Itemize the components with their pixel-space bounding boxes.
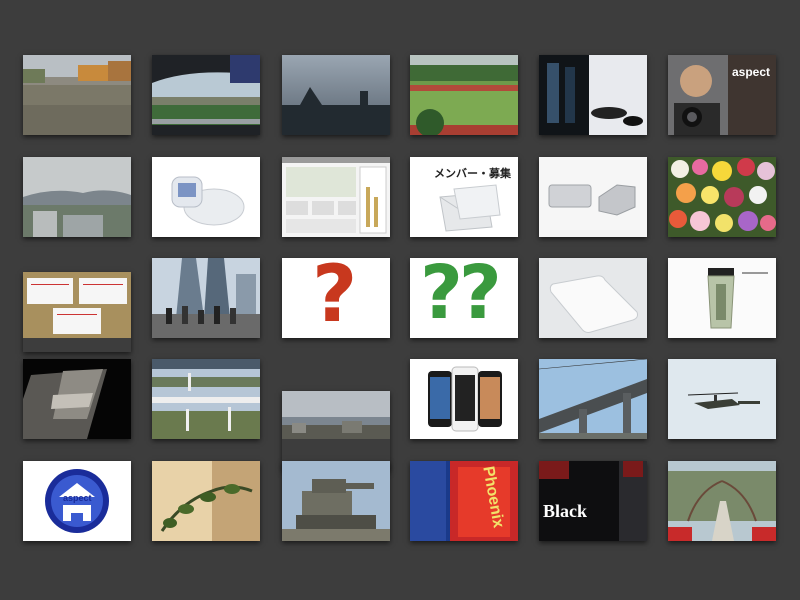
phoenix-shop-sign-thumbnail[interactable]: Phoenix: [410, 461, 518, 541]
aspect-wordmark: aspect: [732, 65, 771, 79]
aspect-logo-text: aspect: [63, 493, 92, 503]
iphone-4s-lineup-thumbnail[interactable]: [410, 359, 518, 439]
skyscrapers-crowd-thumbnail[interactable]: [152, 258, 260, 338]
soccer-field-thumbnail[interactable]: [410, 55, 518, 135]
flooded-street-thumbnail[interactable]: [23, 55, 131, 135]
car-window-view-thumbnail[interactable]: [152, 55, 260, 135]
tumbler-cup-thumbnail[interactable]: [668, 258, 776, 338]
white-iphone-back-thumbnail[interactable]: [539, 258, 647, 338]
cloudy-sky-silhouette-thumbnail[interactable]: [282, 55, 390, 135]
aspect-photographer-thumbnail[interactable]: aspect: [668, 55, 776, 135]
tank-monument-thumbnail[interactable]: [282, 461, 390, 541]
city-mountains-thumbnail[interactable]: [23, 157, 131, 237]
garden-path-thumbnail[interactable]: [668, 461, 776, 541]
black-sign-text: Black: [543, 501, 588, 521]
green-question-marks-thumbnail[interactable]: ??: [410, 258, 518, 338]
houseplant-thumbnail[interactable]: [152, 461, 260, 541]
glass-objects-thumbnail[interactable]: [539, 55, 647, 135]
photo-grid: aspect メンバー・募集 ? ?? aspect Phoenix Black: [0, 0, 800, 600]
tullys-coffee-black-sign-thumbnail[interactable]: Black: [539, 461, 647, 541]
cloudy-town-panorama-thumbnail[interactable]: [282, 391, 390, 471]
flower-bouquet-thumbnail[interactable]: [668, 157, 776, 237]
website-screenshot-thumbnail[interactable]: [282, 157, 390, 237]
silver-drives-thumbnail[interactable]: [539, 157, 647, 237]
elevated-railway-thumbnail[interactable]: [539, 359, 647, 439]
calendar-on-board-thumbnail[interactable]: [23, 272, 131, 352]
question-marks-green: ??: [420, 258, 502, 336]
member-recruitment-caption: メンバー・募集: [434, 168, 511, 180]
light-on-floor-thumbnail[interactable]: [23, 359, 131, 439]
white-device-thumbnail[interactable]: [152, 157, 260, 237]
bridge-landscape-collage-thumbnail[interactable]: [152, 359, 260, 439]
question-mark-red: ?: [312, 258, 358, 338]
red-question-mark-thumbnail[interactable]: ?: [282, 258, 390, 338]
aspect-h-logo-thumbnail[interactable]: aspect: [23, 461, 131, 541]
helicopter-sky-thumbnail[interactable]: [668, 359, 776, 439]
member-recruitment-envelope-thumbnail[interactable]: メンバー・募集: [410, 157, 518, 237]
